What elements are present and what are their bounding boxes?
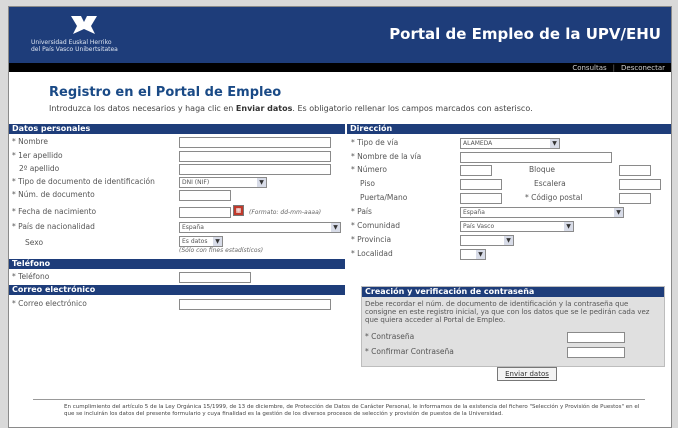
- label-numero: * Número: [351, 165, 387, 174]
- nombre-input[interactable]: [179, 137, 331, 148]
- chevron-down-icon: ▼: [550, 139, 559, 148]
- consultas-link[interactable]: Consultas: [572, 64, 606, 72]
- chevron-down-icon: ▼: [331, 223, 340, 232]
- portal-title: Portal de Empleo de la UPV/EHU: [389, 25, 661, 43]
- password-heading: Creación y verificación de contraseña: [362, 287, 664, 297]
- tipo-documento-select[interactable]: DNI (NIF) ▼: [179, 177, 267, 188]
- label-sexo: Sexo: [25, 238, 44, 247]
- intro-text: Introduzca los datos necesarios y haga c…: [49, 104, 533, 113]
- label-piso: Piso: [360, 179, 375, 188]
- logo-text: Universidad Euskal Herriko del País Vasc…: [31, 39, 118, 53]
- chevron-down-icon: ▼: [614, 208, 623, 217]
- apellido1-input[interactable]: [179, 151, 331, 162]
- nombre-via-input[interactable]: [460, 152, 612, 163]
- label-tipo-documento: * Tipo de documento de identificación: [12, 177, 155, 186]
- sexo-select[interactable]: Es datos ▼: [179, 236, 223, 247]
- university-emblem-icon: [71, 16, 97, 34]
- chevron-down-icon: ▼: [504, 236, 513, 245]
- label-nombre-via: * Nombre de la vía: [351, 152, 422, 161]
- comunidad-select[interactable]: País Vasco ▼: [460, 221, 574, 232]
- label-apellido2: 2º apellido: [19, 164, 60, 173]
- label-escalera: Escalera: [534, 179, 566, 188]
- codigo-postal-input[interactable]: [619, 193, 651, 204]
- label-apellido1: * 1er apellido: [12, 151, 63, 160]
- confirmar-contrasena-input[interactable]: [567, 347, 625, 358]
- sexo-hint: (Sólo con fines estadísticos): [179, 247, 264, 254]
- escalera-input[interactable]: [619, 179, 661, 190]
- password-section: Creación y verificación de contraseña De…: [361, 286, 665, 367]
- label-num-documento: * Núm. de documento: [12, 190, 95, 199]
- enviar-datos-button[interactable]: Enviar datos: [497, 367, 557, 381]
- label-codigo-postal: * Código postal: [525, 193, 583, 202]
- browser-frame: Universidad Euskal Herriko del País Vasc…: [8, 6, 672, 428]
- footer-divider: [33, 399, 645, 400]
- tipo-via-select[interactable]: ALAMEDA ▼: [460, 138, 560, 149]
- chevron-down-icon: ▼: [564, 222, 573, 231]
- chevron-down-icon: ▼: [257, 178, 266, 187]
- apellido2-input[interactable]: [179, 164, 331, 175]
- header-banner: Universidad Euskal Herriko del País Vasc…: [9, 7, 671, 63]
- provincia-select[interactable]: ▼: [460, 235, 514, 246]
- bloque-input[interactable]: [619, 165, 651, 176]
- numero-input[interactable]: [460, 165, 492, 176]
- pais-nacionalidad-select[interactable]: España ▼: [179, 222, 341, 233]
- chevron-down-icon: ▼: [213, 237, 222, 246]
- fecha-nacimiento-input[interactable]: [179, 207, 231, 218]
- top-links: Consultas | Desconectar: [572, 64, 665, 72]
- password-description: Debe recordar el núm. de documento de id…: [365, 300, 650, 324]
- section-datos-personales: Datos personales: [9, 124, 345, 134]
- puerta-input[interactable]: [460, 193, 502, 204]
- label-puerta: Puerta/Mano: [360, 193, 408, 202]
- label-telefono: * Teléfono: [12, 272, 50, 281]
- label-comunidad: * Comunidad: [351, 221, 400, 230]
- section-correo: Correo electrónico: [9, 285, 345, 295]
- legal-footer: En cumplimiento del artículo 5 de la Ley…: [64, 404, 640, 417]
- section-telefono: Teléfono: [9, 259, 345, 269]
- calendar-icon[interactable]: ▦: [233, 205, 244, 216]
- contrasena-input[interactable]: [567, 332, 625, 343]
- label-tipo-via: * Tipo de vía: [351, 138, 399, 147]
- label-fecha-nacimiento: * Fecha de nacimiento: [12, 207, 97, 216]
- label-pais-nacionalidad: * País de nacionalidad: [12, 222, 95, 231]
- localidad-select[interactable]: ▼: [460, 249, 486, 260]
- correo-input[interactable]: [179, 299, 331, 310]
- desconectar-link[interactable]: Desconectar: [621, 64, 665, 72]
- label-confirmar-contrasena: * Confirmar Contraseña: [365, 347, 454, 356]
- piso-input[interactable]: [460, 179, 502, 190]
- num-documento-input[interactable]: [179, 190, 231, 201]
- label-pais: * País: [351, 207, 372, 216]
- label-localidad: * Localidad: [351, 249, 393, 258]
- section-direccion: Dirección: [347, 124, 671, 134]
- label-contrasena: * Contraseña: [365, 332, 415, 341]
- label-nombre: * Nombre: [12, 137, 48, 146]
- label-correo: * Correo electrónico: [12, 299, 87, 308]
- fecha-format-hint: (Formato: dd-mm-aaaa): [249, 209, 322, 216]
- pais-select[interactable]: España ▼: [460, 207, 624, 218]
- telefono-input[interactable]: [179, 272, 251, 283]
- label-provincia: * Provincia: [351, 235, 392, 244]
- label-bloque: Bloque: [529, 165, 555, 174]
- chevron-down-icon: ▼: [476, 250, 485, 259]
- page-title: Registro en el Portal de Empleo: [49, 85, 282, 100]
- university-logo: Universidad Euskal Herriko del País Vasc…: [31, 13, 141, 57]
